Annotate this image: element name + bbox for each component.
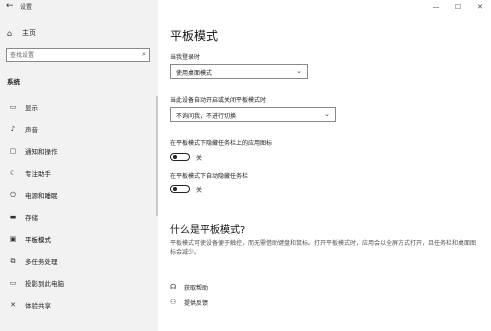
sidebar-item-display[interactable]: ▭ 显示 [0,96,158,118]
power-sleep-icon: ⏻ [10,190,16,199]
signin-label: 当我登录时 [170,54,201,61]
sidebar-item-label: 专注助手 [25,170,51,178]
hide-icons-toggle-row: 关 [170,152,202,162]
autohide-toggle-row: 关 [170,184,202,194]
feedback-label: 提供反馈 [184,299,209,307]
page-title: 平板模式 [170,29,219,43]
notifications-icon: ▢ [9,147,17,155]
search-icon[interactable]: ⌕ [142,50,146,59]
switch-label: 当此设备自动开启或关闭平板模式时 [170,97,267,104]
get-help-label: 获取帮助 [184,284,209,292]
tablet-mode-icon: ▣ [9,235,17,243]
hide-icons-toggle[interactable] [170,153,190,161]
sidebar-item-projecting[interactable]: ▭ 投影到此电脑 [0,272,158,294]
sidebar: ← 设置 ⌂ 主页 ⌕ 系统 ▭ 显示 ♪ 声音 ▢ 通知和操作 [0,0,158,331]
title-bar: ← 设置 [0,0,158,14]
sidebar-item-label: 投影到此电脑 [25,280,64,288]
sidebar-item-notifications[interactable]: ▢ 通知和操作 [0,140,158,162]
settings-window: ← 设置 ⌂ 主页 ⌕ 系统 ▭ 显示 ♪ 声音 ▢ 通知和操作 [0,0,491,331]
switch-dropdown-value: 不询问我，不进行切换 [176,113,237,120]
sidebar-item-tablet-mode[interactable]: ▣ 平板模式 [0,228,158,250]
sound-icon: ♪ [10,125,16,133]
hide-icons-state: 关 [196,154,203,162]
shared-experiences-icon: ✕ [10,301,16,309]
sidebar-item-label: 电源和睡眠 [25,192,58,200]
sidebar-item-power-sleep[interactable]: ⏻ 电源和睡眠 [0,184,158,206]
display-icon: ▭ [9,103,17,111]
sidebar-item-shared-experiences[interactable]: ✕ 体验共享 [0,294,158,316]
sidebar-nav: ▭ 显示 ♪ 声音 ▢ 通知和操作 ☾ 专注助手 ⏻ 电源和睡眠 ▬ 存储 ▣ … [0,96,158,316]
home-label: 主页 [22,29,36,37]
sidebar-scrollbar[interactable] [156,96,158,216]
back-arrow-icon[interactable]: ← [6,1,14,11]
search-box[interactable]: ⌕ [6,48,150,62]
feedback-icon: ⚇ [170,298,177,306]
projecting-icon: ▭ [9,279,17,287]
hide-icons-label: 在平板模式下隐藏任务栏上的应用图标 [170,140,273,147]
sidebar-item-label: 显示 [25,104,38,112]
sidebar-item-label: 声音 [25,126,38,134]
sidebar-item-label: 体验共享 [25,302,51,310]
multitasking-icon: ⧉ [10,256,16,265]
switch-dropdown[interactable]: 不询问我，不进行切换 ⌄ [170,107,336,122]
window-title: 设置 [20,4,33,11]
tablet-mode-description: 平板模式可使设备便于触控，而无需借助键盘和鼠标。打开平板模式时，应用会以全屏方式… [170,240,477,256]
signin-dropdown-value: 使用桌面模式 [176,70,213,77]
sidebar-item-label: 存储 [25,214,38,222]
sidebar-item-label: 通知和操作 [25,148,58,156]
get-help-link[interactable]: ☊ 获取帮助 [170,282,208,292]
sidebar-item-label: 多任务处理 [25,258,58,266]
get-help-icon: ☊ [170,283,177,291]
toggle-knob [173,155,177,159]
home-link[interactable]: ⌂ 主页 [7,27,36,39]
autohide-state: 关 [196,186,203,194]
toggle-knob [173,187,177,191]
search-input[interactable] [10,49,134,61]
sidebar-item-label: 平板模式 [25,236,51,244]
autohide-toggle[interactable] [170,185,190,193]
main-content: 平板模式 当我登录时 使用桌面模式 ⌄ 当此设备自动开启或关闭平板模式时 不询问… [170,0,480,331]
section-header-system: 系统 [7,78,20,86]
storage-icon: ▬ [9,213,17,221]
feedback-link[interactable]: ⚇ 提供反馈 [170,297,208,307]
autohide-label: 在平板模式下自动隐藏任务栏 [170,173,249,180]
focus-assist-icon: ☾ [9,169,17,177]
sidebar-item-focus-assist[interactable]: ☾ 专注助手 [0,162,158,184]
signin-dropdown[interactable]: 使用桌面模式 ⌄ [170,64,308,79]
section-title-what-is-tablet-mode: 什么是平板模式? [170,225,246,236]
chevron-down-icon: ⌄ [324,110,330,118]
sidebar-item-storage[interactable]: ▬ 存储 [0,206,158,228]
sidebar-item-multitasking[interactable]: ⧉ 多任务处理 [0,250,158,272]
chevron-down-icon: ⌄ [296,67,302,75]
home-icon: ⌂ [7,28,13,38]
sidebar-item-sound[interactable]: ♪ 声音 [0,118,158,140]
